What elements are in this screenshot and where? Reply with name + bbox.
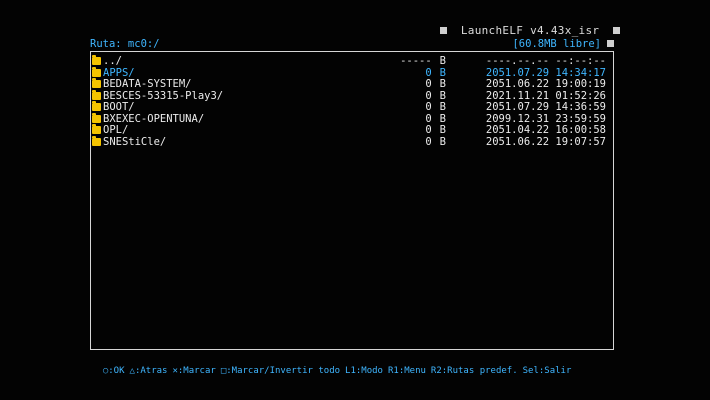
- file-size-unit: B: [439, 135, 446, 148]
- folder-icon: [92, 78, 101, 88]
- header-title-bar: LaunchELF v4.43x_isr: [440, 24, 621, 37]
- file-name: BEDATA-SYSTEM/: [103, 78, 192, 90]
- square-icon: [607, 40, 614, 47]
- file-name: BOOT/: [103, 101, 135, 113]
- cross-mark-hint: ✕:Marcar: [172, 366, 216, 376]
- file-size-unit: B: [439, 101, 446, 113]
- circle-ok-hint: ○:OK: [102, 366, 125, 376]
- file-row[interactable]: BEDATA-SYSTEM/0 B 2051.06.22 19:00:19: [92, 78, 606, 91]
- file-size-value: 0: [425, 66, 432, 79]
- file-name: ../: [103, 55, 122, 67]
- path-label: Ruta: mc0:/: [90, 38, 160, 50]
- folder-icon: [92, 66, 101, 77]
- folder-icon: [92, 112, 101, 123]
- file-row[interactable]: OPL/0 B 2051.04.22 16:00:58: [92, 124, 606, 137]
- file-datetime: ----.--.-- --:--:--: [485, 55, 606, 67]
- app-title: LaunchELF v4.43x_isr: [460, 24, 600, 37]
- file-size: 0B: [425, 135, 446, 149]
- folder-icon: [92, 55, 101, 65]
- file-datetime: 2051.04.22 16:00:58: [485, 124, 606, 136]
- file-size: ----- B: [400, 55, 446, 68]
- free-space-label: [60.8MB libre]: [512, 38, 601, 50]
- free-space-indicator: [60.8MB libre]: [512, 38, 614, 50]
- square-invert-hint: □:Marcar/Invertir todo: [220, 366, 341, 376]
- file-size-unit: B: [439, 124, 446, 136]
- r1-menu-hint: R1:Menu: [387, 366, 426, 376]
- file-row[interactable]: ../ ----- B ----.--.-- --:--:--: [92, 55, 606, 68]
- folder-icon: [92, 124, 101, 134]
- file-datetime: 2051.06.22 19:07:57: [485, 135, 606, 148]
- file-name: SNEStiCle/: [103, 135, 167, 148]
- file-size-unit: B: [439, 78, 446, 90]
- file-datetime: 2051.07.29 14:36:59: [485, 101, 606, 113]
- file-name: OPL/: [103, 124, 129, 136]
- square-icon: [613, 27, 621, 34]
- file-datetime: 2051.06.22 19:00:19: [485, 78, 606, 90]
- file-size-value: 0: [425, 78, 432, 90]
- file-size-unit: B: [439, 55, 446, 67]
- file-size-value: 0: [425, 135, 432, 148]
- folder-icon: [92, 101, 101, 111]
- square-icon: [440, 27, 447, 34]
- controls-footer: ○:OK △:Atras ✕:Marcar □:Marcar/Invertir tod…: [92, 356, 576, 376]
- file-size-value: 0: [425, 112, 432, 125]
- folder-icon: [92, 89, 101, 100]
- file-row[interactable]: SNEStiCle/0 B 2051.06.22 19:07:57: [92, 135, 606, 149]
- file-size-value: 0: [425, 124, 432, 136]
- sel-exit-hint: Sel:Salir: [522, 366, 572, 376]
- triangle-back-hint: △:Atras: [129, 366, 168, 376]
- file-size-unit: B: [439, 66, 446, 79]
- file-size-value: 0: [425, 101, 432, 113]
- folder-icon: [92, 135, 101, 146]
- l1-mode-hint: L1:Modo: [345, 366, 383, 376]
- file-size-unit: B: [439, 112, 446, 125]
- file-size-value: 0: [425, 89, 432, 102]
- file-size-value: -----: [400, 55, 432, 67]
- file-size-unit: B: [439, 89, 446, 102]
- r2-paths-hint: R2:Rutas predef.: [430, 366, 518, 376]
- file-row[interactable]: BOOT/0 B 2051.07.29 14:36:59: [92, 101, 606, 114]
